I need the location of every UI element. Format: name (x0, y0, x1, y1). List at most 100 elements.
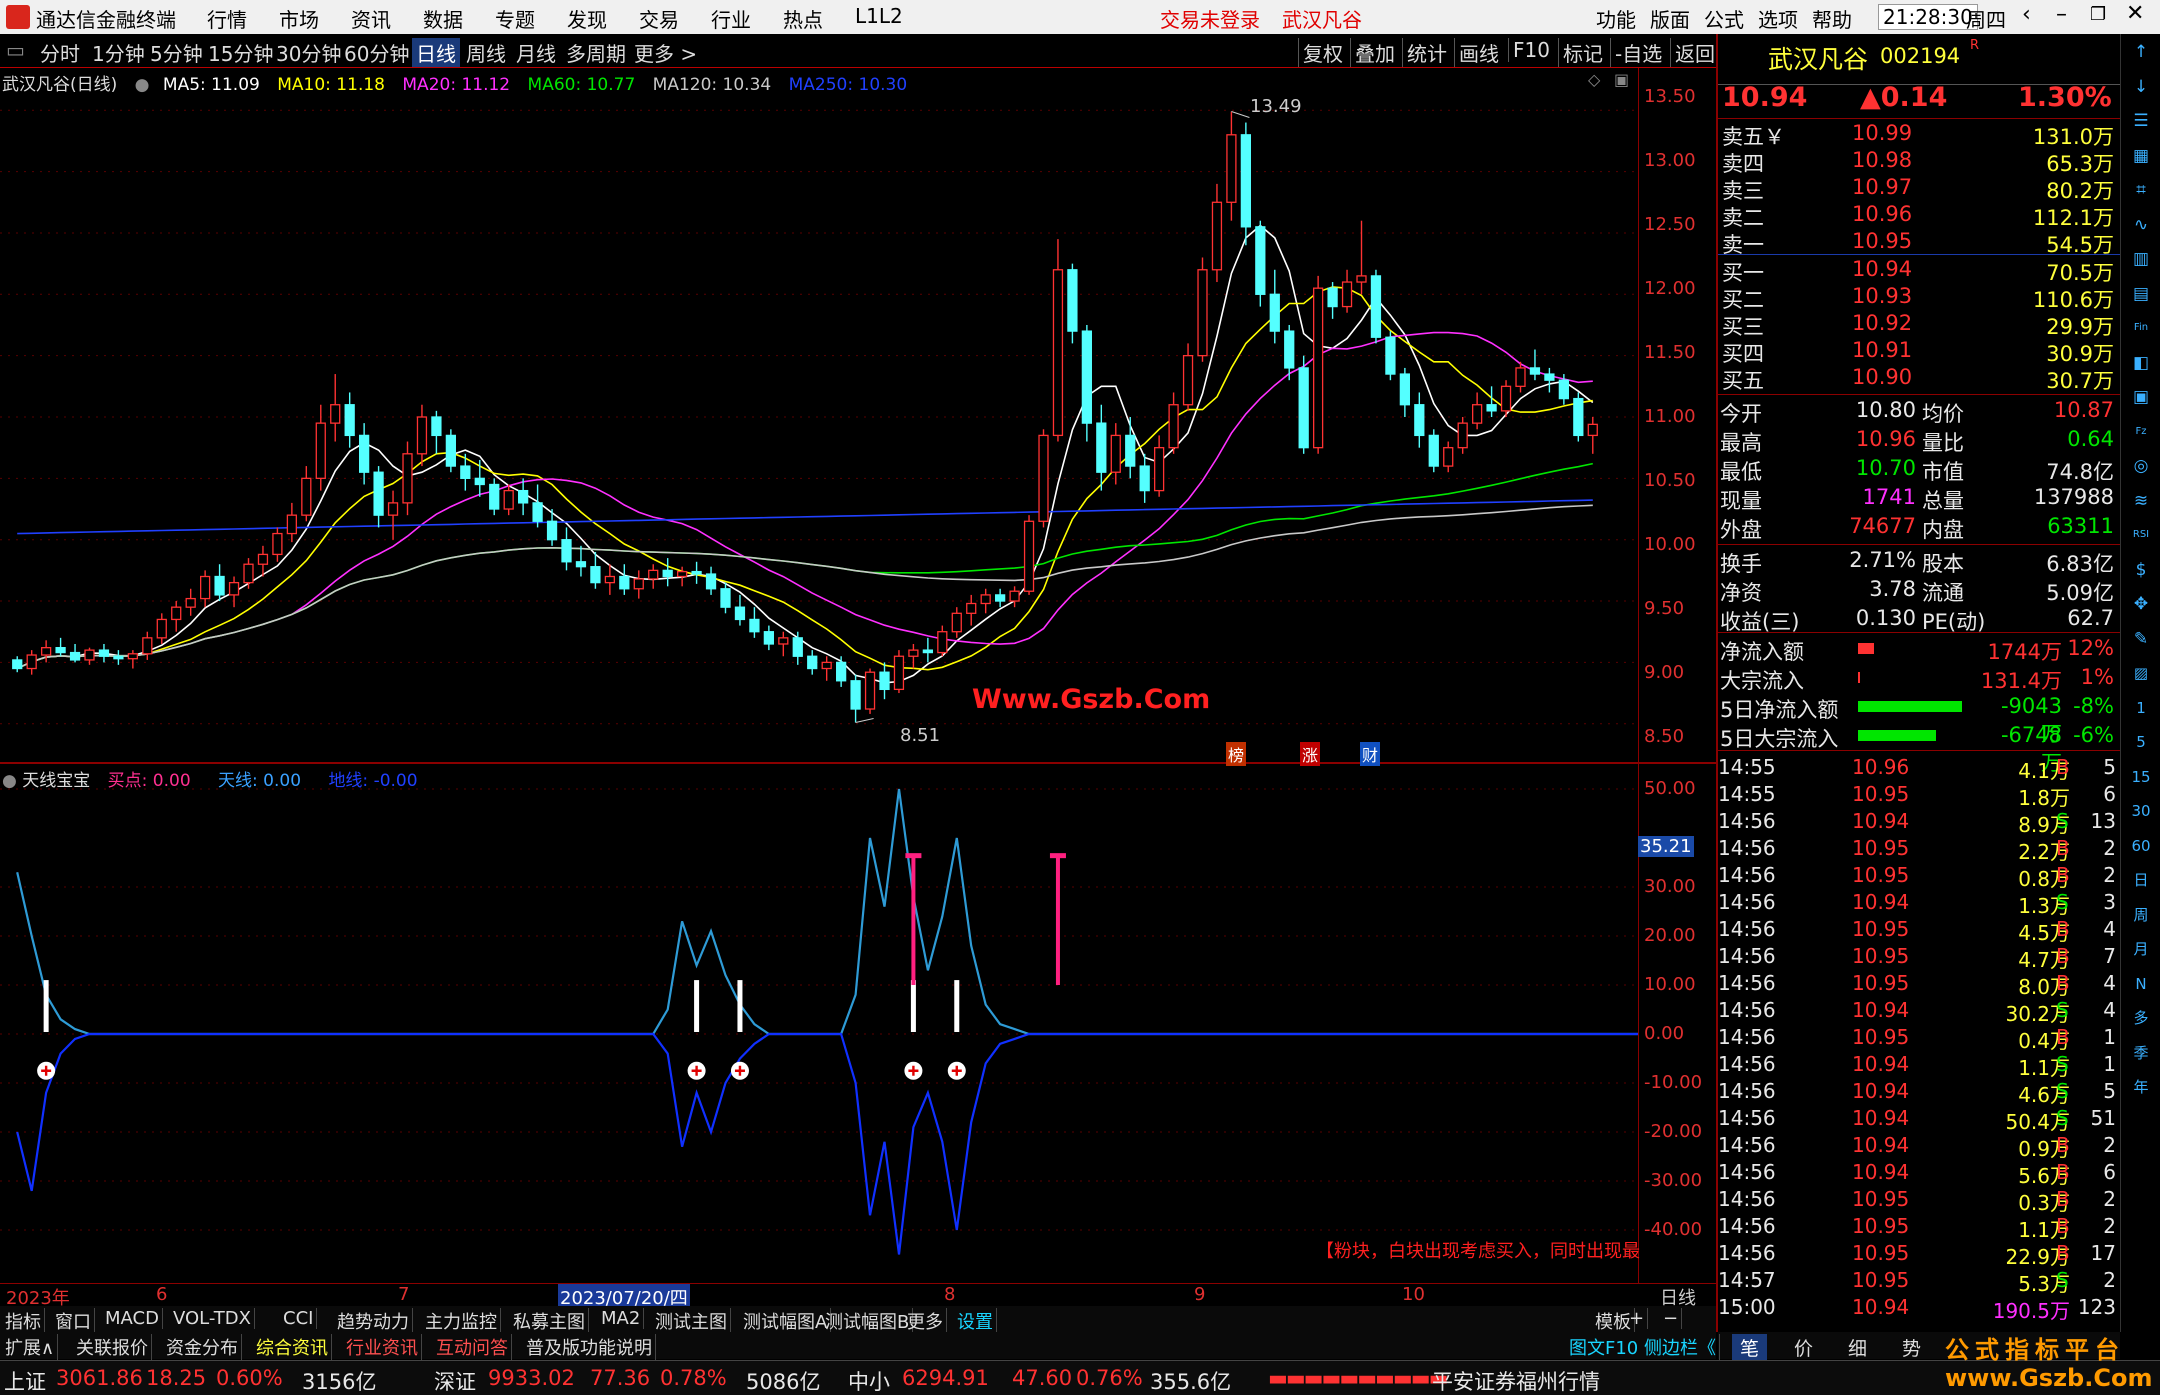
ask-price[interactable]: 10.96 (1852, 202, 1912, 226)
quote-tab-bi[interactable]: 笔 (1732, 1334, 1768, 1361)
indicator-tab[interactable]: 设置 (954, 1308, 997, 1334)
bid-price[interactable]: 10.90 (1852, 365, 1912, 389)
tick-row[interactable]: 14:57 10.95 5.3万 S 2 (1718, 1268, 2118, 1296)
period-1min[interactable]: 1分钟 (92, 38, 145, 67)
tick-row[interactable]: 14:56 10.94 8.9万 S 13 (1718, 809, 2118, 837)
side-tool-icon[interactable]: 季 (2129, 1041, 2153, 1065)
side-tool-icon[interactable]: $ (2129, 558, 2153, 582)
side-tool-icon[interactable]: 60 (2129, 834, 2153, 858)
candlestick-chart[interactable] (0, 68, 1638, 760)
menu-item-redian[interactable]: 热点 (783, 4, 823, 33)
info-tab[interactable]: 互动问答 (433, 1334, 512, 1360)
side-tool-icon[interactable]: 多 (2129, 1006, 2153, 1030)
tick-row[interactable]: 14:56 10.94 1.3万 S 3 (1718, 890, 2118, 918)
menu-item-xuanxiang[interactable]: 选项 (1758, 4, 1798, 33)
menu-item-gongneng[interactable]: 功能 (1596, 4, 1636, 33)
tick-row[interactable]: 14:56 10.95 4.7万 B 7 (1718, 944, 2118, 972)
side-tool-icon[interactable]: ≋ (2129, 489, 2153, 513)
side-tool-icon[interactable]: ◎ (2129, 454, 2153, 478)
indicator-tab[interactable]: MACD (102, 1308, 163, 1329)
tick-row[interactable]: 14:56 10.95 4.5万 B 4 (1718, 917, 2118, 945)
menu-item-gongshi[interactable]: 公式 (1704, 4, 1744, 33)
tick-row[interactable]: 14:56 10.94 4.6万 S 5 (1718, 1079, 2118, 1107)
indicator-tab[interactable]: 趋势动力 (334, 1308, 413, 1334)
tool-biaoji[interactable]: 标记 (1558, 38, 1607, 67)
menu-item-shichang[interactable]: 市场 (279, 4, 319, 33)
tick-row[interactable]: 14:56 10.95 2.2万 B 2 (1718, 836, 2118, 864)
side-tool-icon[interactable]: 周 (2129, 903, 2153, 927)
period-monthly[interactable]: 月线 (516, 38, 556, 67)
side-tool-icon[interactable]: 日 (2129, 868, 2153, 892)
period-multi[interactable]: 多周期 (566, 38, 626, 67)
side-tool-icon[interactable]: 15 (2129, 765, 2153, 789)
indicator-tab[interactable]: 私募主图 (510, 1308, 589, 1334)
close-icon[interactable]: ✕ (2126, 1, 2144, 26)
side-tool-icon[interactable]: ▣ (2129, 385, 2153, 409)
tick-row[interactable]: 14:56 10.94 1.1万 S 1 (1718, 1052, 2118, 1080)
side-tool-icon[interactable]: ↑ (2129, 40, 2153, 64)
side-panel-toggle[interactable]: 图文F10 侧边栏《 (1566, 1334, 1720, 1360)
side-tool-icon[interactable]: ☰ (2129, 109, 2153, 133)
period-30min[interactable]: 30分钟 (276, 38, 341, 67)
tick-row[interactable]: 14:56 10.94 0.9万 B 2 (1718, 1133, 2118, 1161)
side-tool-icon[interactable]: 月 (2129, 937, 2153, 961)
side-tool-icon[interactable]: ⌗ (2129, 178, 2153, 202)
tool-fanhui[interactable]: 返回 (1670, 38, 1719, 67)
template-tab[interactable]: − (1660, 1308, 1683, 1329)
info-tab[interactable]: 资金分布 (163, 1334, 242, 1360)
side-tool-icon[interactable]: RSI (2129, 523, 2153, 547)
menu-item-faxian[interactable]: 发现 (567, 4, 607, 33)
tick-row[interactable]: 14:56 10.95 0.4万 B 1 (1718, 1025, 2118, 1053)
menu-item-zhuanti[interactable]: 专题 (495, 4, 535, 33)
menu-item-hangye[interactable]: 行业 (711, 4, 751, 33)
info-tab[interactable]: 综合资讯 (253, 1334, 332, 1360)
side-tool-icon[interactable]: N (2129, 972, 2153, 996)
bid-price[interactable]: 10.91 (1852, 338, 1912, 362)
side-tool-icon[interactable]: ▦ (2129, 144, 2153, 168)
trade-login-status[interactable]: 交易未登录 (1160, 4, 1260, 33)
toolbar-menu-icon[interactable]: ▭ (6, 38, 25, 62)
ask-price[interactable]: 10.99 (1852, 121, 1912, 145)
indicator-tab[interactable]: VOL-TDX (170, 1308, 255, 1329)
quote-tab-jia[interactable]: 价 (1786, 1334, 1821, 1361)
period-fenshi[interactable]: 分时 (40, 38, 80, 67)
side-tool-icon[interactable]: Fin (2129, 316, 2153, 340)
side-tool-icon[interactable]: ▨ (2129, 661, 2153, 685)
side-tool-icon[interactable]: 1 (2129, 696, 2153, 720)
quote-tab-shi[interactable]: 势 (1894, 1334, 1929, 1361)
bid-price[interactable]: 10.92 (1852, 311, 1912, 335)
menu-item-shuju[interactable]: 数据 (423, 4, 463, 33)
side-tool-icon[interactable]: ◧ (2129, 351, 2153, 375)
indicator-chart[interactable] (0, 764, 1638, 1282)
tool-diejia[interactable]: 叠加 (1350, 38, 1399, 67)
tick-row[interactable]: 14:56 10.95 1.1万 B 2 (1718, 1214, 2118, 1242)
ask-price[interactable]: 10.97 (1852, 175, 1912, 199)
indicator-tab[interactable]: MA2 (598, 1308, 645, 1329)
index-name[interactable]: 中小 (848, 1366, 890, 1395)
tick-row[interactable]: 14:56 10.94 50.4万 S 51 (1718, 1106, 2118, 1134)
side-tool-icon[interactable]: ▤ (2129, 282, 2153, 306)
quote-tab-xi[interactable]: 细 (1840, 1334, 1875, 1361)
ask-price[interactable]: 10.95 (1852, 229, 1912, 253)
menu-item-banmian[interactable]: 版面 (1650, 4, 1690, 33)
index-name[interactable]: 深证 (434, 1366, 476, 1395)
period-weekly[interactable]: 周线 (466, 38, 506, 67)
minimize-icon[interactable]: – (2056, 2, 2067, 27)
info-tab[interactable]: 关联报价 (73, 1334, 152, 1360)
side-tool-icon[interactable]: ∿ (2129, 213, 2153, 237)
indicator-tab[interactable]: 主力监控 (422, 1308, 501, 1334)
indicator-tab[interactable]: 测试幅图B (822, 1308, 914, 1334)
tool-zixuan[interactable]: -自选 (1610, 38, 1666, 67)
period-15min[interactable]: 15分钟 (208, 38, 273, 67)
indicator-tab[interactable]: 测试主图 (652, 1308, 731, 1334)
tick-row[interactable]: 14:56 10.94 30.2万 S 4 (1718, 998, 2118, 1026)
info-tab[interactable]: 扩展∧ (2, 1334, 59, 1360)
info-tab[interactable]: 普及版功能说明 (523, 1334, 656, 1360)
tick-row[interactable]: 14:55 10.96 4.1万 B 5 (1718, 755, 2118, 783)
menu-item-hangqing[interactable]: 行情 (207, 4, 247, 33)
indicator-tab[interactable]: 窗口 (52, 1308, 95, 1334)
event-tag-cai[interactable]: 财 (1360, 742, 1381, 766)
tick-row[interactable]: 14:56 10.95 8.0万 B 4 (1718, 971, 2118, 999)
tick-row[interactable]: 14:56 10.95 0.8万 B 2 (1718, 863, 2118, 891)
side-tool-icon[interactable]: Fz (2129, 420, 2153, 444)
